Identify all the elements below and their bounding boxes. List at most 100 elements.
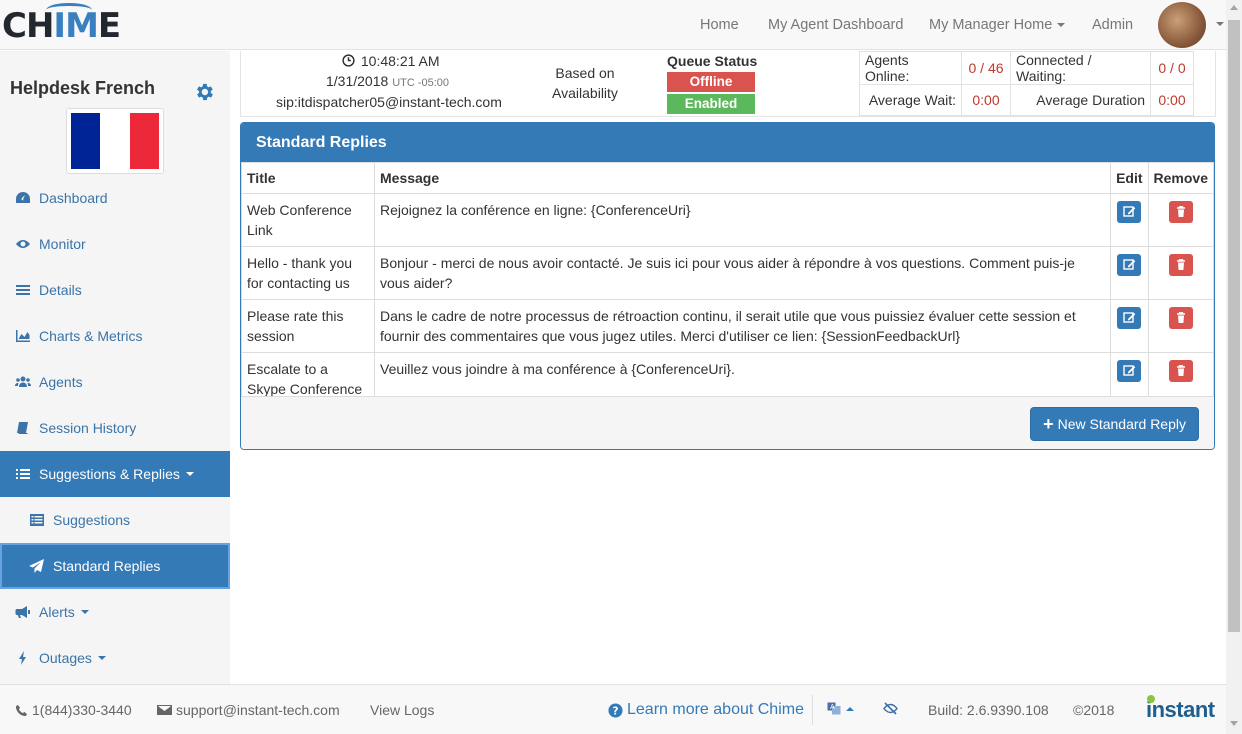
users-icon: [15, 376, 31, 387]
svg-text:?: ?: [613, 705, 619, 717]
trash-icon: [1176, 259, 1185, 270]
gear-icon[interactable]: [193, 81, 215, 103]
average-duration-value: 0:00: [1150, 84, 1194, 116]
build-version: Build: 2.6.9390.108: [928, 702, 1049, 718]
flag-stripe-red: [129, 113, 159, 169]
sidebar-item-charts-metrics[interactable]: Charts & Metrics: [0, 313, 230, 359]
delete-button[interactable]: [1168, 360, 1193, 382]
book-icon: [17, 422, 28, 434]
nav-agent-dashboard[interactable]: My Agent Dashboard: [768, 17, 903, 33]
agents-online-label: Agents Online:: [859, 51, 962, 85]
email-text: support@instant-tech.com: [176, 702, 340, 718]
status-badge-offline: Offline: [667, 72, 755, 92]
queue-stats-table: Agents Online: 0 / 46 Connected / Waitin…: [859, 51, 1194, 116]
remove-cell: [1147, 299, 1214, 353]
delete-button[interactable]: [1168, 201, 1193, 223]
nav-manager-home[interactable]: My Manager Home: [929, 17, 1066, 33]
sidebar-item-label: Agents: [39, 374, 83, 390]
routing-line-2: Availability: [552, 85, 618, 101]
scroll-up-icon[interactable]: [1230, 5, 1238, 10]
scroll-thumb[interactable]: [1228, 20, 1240, 632]
standard-replies-panel: Standard Replies Title Message Edit Remo…: [240, 122, 1215, 450]
phone-text: 1(844)330-3440: [32, 702, 132, 718]
queue-title: Helpdesk French: [10, 78, 156, 98]
support-email[interactable]: support@instant-tech.com: [157, 702, 340, 718]
chevron-down-icon: [1057, 23, 1066, 28]
queue-status-title: Queue Status: [667, 53, 758, 69]
sidebar-item-suggestions-replies[interactable]: Suggestions & Replies: [0, 451, 230, 497]
vertical-scrollbar[interactable]: [1226, 0, 1242, 734]
eye-slash-icon: [883, 702, 898, 715]
sidebar-item-outages[interactable]: Outages: [0, 635, 230, 681]
view-logs-link[interactable]: View Logs: [370, 702, 434, 718]
reply-title: Web Conference Link: [241, 193, 375, 247]
france-flag-icon: [66, 108, 164, 174]
edit-icon: [1123, 206, 1136, 217]
remove-cell: [1147, 246, 1214, 300]
phone-icon: [15, 704, 28, 716]
language-dropdown[interactable]: A: [827, 702, 854, 715]
nav-home[interactable]: Home: [700, 17, 739, 33]
sidebar-item-dashboard[interactable]: Dashboard: [0, 175, 230, 221]
sidebar-item-session-history[interactable]: Session History: [0, 405, 230, 451]
date-text: 1/31/2018: [326, 73, 389, 89]
edit-icon: [1123, 312, 1136, 323]
connected-waiting-label: Connected / Waiting:: [1010, 51, 1151, 85]
sidebar-item-agents[interactable]: Agents: [0, 359, 230, 405]
learn-more-text: Learn more about Chime: [627, 701, 804, 718]
edit-button[interactable]: [1117, 307, 1142, 329]
column-header-message: Message: [373, 162, 1112, 194]
user-avatar[interactable]: [1158, 2, 1206, 48]
sidebar-item-standard-replies[interactable]: Standard Replies: [0, 543, 230, 589]
sidebar-item-suggestions[interactable]: Suggestions: [0, 497, 230, 543]
sidebar-item-alerts[interactable]: Alerts: [0, 589, 230, 635]
translate-icon: A: [827, 702, 841, 715]
nav-admin[interactable]: Admin: [1092, 17, 1133, 33]
sidebar-item-label: Details: [39, 282, 82, 298]
edit-icon: [1123, 365, 1136, 376]
reply-message: Dans le cadre de notre processus de rétr…: [373, 299, 1112, 353]
edit-button[interactable]: [1117, 254, 1142, 276]
brand-text: instant: [1146, 697, 1215, 722]
time-text: 10:48:21 AM: [360, 53, 440, 69]
sidebar-item-label: Alerts: [39, 604, 75, 620]
flag-stripe-white: [100, 113, 130, 169]
chime-logo[interactable]: CHIME: [2, 3, 121, 46]
flag-stripe-blue: [71, 113, 101, 169]
scroll-down-icon[interactable]: [1230, 721, 1238, 726]
table-row: Hello - thank you for contacting us Bonj…: [241, 246, 1214, 300]
trash-icon: [1176, 206, 1185, 217]
accessibility-toggle[interactable]: [883, 702, 898, 715]
average-duration-label: Average Duration: [1010, 84, 1151, 116]
learn-more-link[interactable]: ? Learn more about Chime: [608, 701, 804, 719]
current-time: 10:48:21 AM: [342, 53, 440, 69]
clock-icon: [342, 54, 355, 67]
table-header-row: Title Message Edit Remove: [241, 162, 1214, 194]
column-header-remove: Remove: [1147, 162, 1214, 194]
delete-button[interactable]: [1168, 307, 1193, 329]
column-header-edit: Edit: [1110, 162, 1149, 194]
new-standard-reply-button[interactable]: + New Standard Reply: [1030, 407, 1199, 441]
trash-icon: [1176, 365, 1185, 376]
current-date: 1/31/2018 UTC -05:00: [326, 73, 449, 89]
svg-text:A: A: [830, 703, 835, 711]
avatar-dropdown-icon[interactable]: [1216, 22, 1224, 26]
bullhorn-icon: [15, 606, 30, 618]
question-circle-icon: ?: [608, 702, 623, 718]
column-header-title: Title: [241, 162, 375, 194]
edit-button[interactable]: [1117, 360, 1142, 382]
sidebar: Helpdesk French Dashboard Monitor Detail…: [0, 51, 230, 684]
edit-cell: [1110, 193, 1149, 247]
sidebar-item-monitor[interactable]: Monitor: [0, 221, 230, 267]
chevron-down-icon: [80, 610, 89, 614]
edit-button[interactable]: [1117, 201, 1142, 223]
area-chart-icon: [16, 330, 30, 342]
average-wait-label: Average Wait:: [859, 84, 962, 116]
timezone-text: UTC -05:00: [392, 77, 450, 89]
edit-cell: [1110, 246, 1149, 300]
panel-title: Standard Replies: [241, 123, 1214, 162]
sidebar-item-details[interactable]: Details: [0, 267, 230, 313]
table-row: Web Conference Link Rejoignez la confére…: [241, 193, 1214, 247]
logo-text-post: E: [97, 6, 121, 46]
delete-button[interactable]: [1168, 254, 1193, 276]
